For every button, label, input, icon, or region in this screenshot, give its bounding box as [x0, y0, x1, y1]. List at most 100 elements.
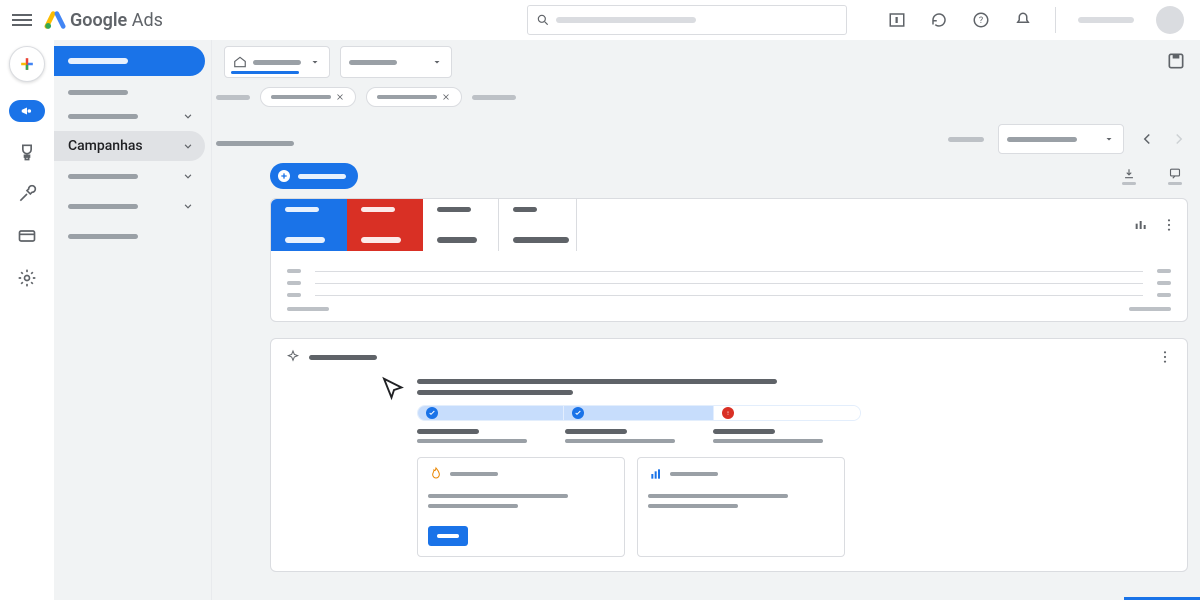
- metric-tabs: [271, 199, 1187, 251]
- check-icon: [574, 409, 582, 417]
- chart-settings-icon[interactable]: [1133, 217, 1149, 233]
- nav-recommendations[interactable]: [54, 84, 211, 101]
- save-icon: [1166, 51, 1186, 71]
- metric-tab[interactable]: [423, 199, 499, 251]
- caret-down-icon: [309, 56, 321, 68]
- reports-icon[interactable]: [887, 10, 907, 30]
- avatar[interactable]: [1156, 6, 1184, 34]
- trend-chart: [271, 251, 1187, 321]
- rail-admin[interactable]: [15, 266, 39, 290]
- content: [212, 158, 1200, 600]
- nav-adgroups[interactable]: [54, 161, 205, 191]
- topbar-actions: ?: [887, 6, 1188, 34]
- close-icon[interactable]: [441, 92, 451, 102]
- rail-tools[interactable]: [15, 182, 39, 206]
- feedback-icon: [1167, 167, 1183, 180]
- alert-icon: [724, 409, 732, 417]
- save-view-button[interactable]: [1166, 51, 1188, 73]
- megaphone-icon: [18, 104, 36, 118]
- recommendations-title: [309, 355, 377, 360]
- nav-ads[interactable]: [54, 191, 205, 221]
- page-title: [216, 141, 294, 146]
- caret-down-icon: [1103, 133, 1115, 145]
- topbar: Google Ads ?: [0, 0, 1200, 40]
- card-icon: [17, 226, 37, 246]
- plus-icon: [276, 168, 292, 184]
- search-icon: [536, 13, 550, 27]
- main: [212, 40, 1200, 600]
- close-icon[interactable]: [335, 92, 345, 102]
- filter-chip[interactable]: [366, 87, 462, 107]
- home-icon: [233, 55, 247, 69]
- nav-overview[interactable]: [54, 46, 205, 76]
- brand-name: Google Ads: [70, 10, 163, 31]
- check-icon: [428, 409, 436, 417]
- chevron-down-icon: [181, 199, 195, 213]
- svg-text:?: ?: [979, 16, 983, 26]
- progress-stage-labels: [417, 429, 861, 443]
- rail-campaigns[interactable]: [9, 100, 45, 122]
- date-range-picker[interactable]: [998, 124, 1124, 154]
- nav-campaigns[interactable]: Campanhas: [54, 131, 205, 161]
- reco-cards: [417, 457, 1173, 557]
- next-period-button[interactable]: [1170, 130, 1188, 148]
- fire-icon: [428, 466, 444, 482]
- chart-icon: [648, 466, 664, 482]
- more-icon[interactable]: [1161, 217, 1177, 233]
- date-label: [948, 137, 984, 142]
- download-button[interactable]: [1120, 167, 1138, 185]
- sparkle-icon: [285, 349, 301, 365]
- chevron-down-icon: [181, 169, 195, 183]
- rail-goals[interactable]: [15, 140, 39, 164]
- summary-card: [270, 198, 1188, 322]
- scope-pickers: [212, 40, 1200, 84]
- trophy-icon: [17, 142, 37, 162]
- recommendations-card: [270, 338, 1188, 572]
- google-ads-icon: [44, 9, 66, 31]
- divider: [1055, 7, 1056, 33]
- help-icon[interactable]: ?: [971, 10, 991, 30]
- reco-card[interactable]: [637, 457, 845, 557]
- menu-icon[interactable]: [12, 10, 32, 30]
- tools-icon: [17, 184, 37, 204]
- metric-tab[interactable]: [347, 199, 423, 251]
- metric-tab[interactable]: [271, 199, 347, 251]
- nav-insights[interactable]: [54, 101, 205, 131]
- reco-cta-button[interactable]: [428, 526, 468, 546]
- prev-period-button[interactable]: [1138, 130, 1156, 148]
- left-rail: [0, 40, 54, 600]
- chevron-down-icon: [181, 139, 195, 153]
- reco-card[interactable]: [417, 457, 625, 557]
- filter-label: [216, 95, 250, 100]
- secondary-nav: Campanhas: [54, 40, 212, 600]
- caret-down-icon: [431, 56, 443, 68]
- page-header: [212, 110, 1200, 158]
- setup-progress: [417, 405, 861, 421]
- metric-tab[interactable]: [499, 199, 577, 251]
- notifications-icon[interactable]: [1013, 10, 1033, 30]
- more-icon[interactable]: [1157, 349, 1173, 365]
- nav-item-extra[interactable]: [54, 221, 205, 251]
- filter-bar: [212, 84, 1200, 110]
- download-icon: [1121, 167, 1137, 180]
- gear-icon: [17, 268, 37, 288]
- reco-subhead: [417, 390, 573, 395]
- logo[interactable]: Google Ads: [44, 9, 163, 31]
- search-input[interactable]: [527, 5, 847, 35]
- cursor-icon: [379, 375, 409, 405]
- add-filter[interactable]: [472, 95, 516, 100]
- campaign-picker[interactable]: [340, 46, 452, 78]
- plus-icon: [17, 54, 37, 74]
- feedback-button[interactable]: [1166, 167, 1184, 185]
- chevron-down-icon: [181, 109, 195, 123]
- account-name[interactable]: [1078, 17, 1134, 23]
- search-placeholder: [556, 17, 696, 23]
- rail-billing[interactable]: [15, 224, 39, 248]
- reco-headline: [417, 379, 777, 384]
- refresh-icon[interactable]: [929, 10, 949, 30]
- create-button[interactable]: [9, 46, 45, 82]
- filter-chip[interactable]: [260, 87, 356, 107]
- new-campaign-button[interactable]: [270, 163, 358, 189]
- toolbar: [270, 158, 1188, 194]
- account-picker[interactable]: [224, 46, 330, 78]
